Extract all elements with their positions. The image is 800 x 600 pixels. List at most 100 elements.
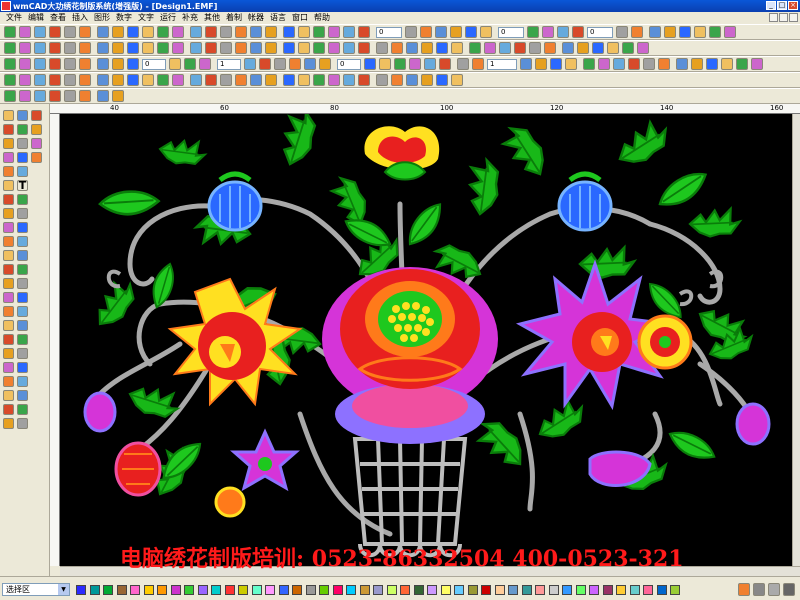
width-input[interactable]: 0 (142, 59, 166, 70)
tool-button-icon[interactable] (127, 74, 139, 86)
tool-button-icon[interactable] (250, 42, 262, 54)
close-button[interactable]: × (788, 1, 798, 10)
tool-button-icon[interactable] (283, 74, 295, 86)
color-swatch[interactable] (89, 585, 100, 595)
tool-button-icon[interactable] (127, 58, 139, 70)
tool-button-icon[interactable] (64, 42, 76, 54)
tool-button-icon[interactable] (565, 58, 577, 70)
minimize-button[interactable]: _ (766, 1, 776, 10)
tool-button-icon[interactable] (313, 74, 325, 86)
tool-button-icon[interactable] (298, 42, 310, 54)
step-input[interactable]: 0 (337, 59, 361, 70)
tool-button-icon[interactable] (751, 58, 763, 70)
tool-icon[interactable] (3, 376, 14, 387)
menu-text[interactable]: 文字 (135, 12, 157, 24)
tool-icon[interactable] (31, 138, 42, 149)
color-swatch[interactable] (265, 585, 275, 595)
tool-button-icon[interactable] (469, 42, 481, 54)
color-swatch[interactable] (157, 585, 167, 595)
tool-button-icon[interactable] (4, 58, 16, 70)
tool-button-icon[interactable] (343, 74, 355, 86)
tool-button-icon[interactable] (436, 74, 448, 86)
tool-icon[interactable] (17, 292, 28, 303)
tool-button-icon[interactable] (235, 74, 247, 86)
tool-button-icon[interactable] (313, 26, 325, 38)
tool-button-icon[interactable] (358, 74, 370, 86)
tool-button-icon[interactable] (4, 74, 16, 86)
tool-icon[interactable] (3, 418, 14, 429)
tool-icon[interactable] (17, 278, 28, 289)
tool-icon[interactable] (3, 222, 14, 233)
tool-button-icon[interactable] (607, 42, 619, 54)
color-swatch[interactable] (400, 585, 410, 595)
tool-button-icon[interactable] (265, 74, 277, 86)
tool-icon[interactable] (17, 194, 28, 205)
tool-button-icon[interactable] (391, 74, 403, 86)
tool-icon[interactable] (17, 152, 28, 163)
tool-button-icon[interactable] (542, 26, 554, 38)
menu-color[interactable]: 着制 (223, 12, 245, 24)
tool-icon[interactable] (3, 236, 14, 247)
tool-button-icon[interactable] (19, 42, 31, 54)
vertical-scrollbar[interactable] (792, 114, 800, 566)
tool-button-icon[interactable] (451, 42, 463, 54)
tool-button-icon[interactable] (64, 74, 76, 86)
tool-button-icon[interactable] (376, 74, 388, 86)
tool-icon[interactable] (17, 222, 28, 233)
menu-edit[interactable]: 编辑 (25, 12, 47, 24)
layer-select[interactable]: 选择区 ▼ (2, 583, 70, 596)
tool-button-icon[interactable] (450, 26, 462, 38)
palette-tool-icon[interactable] (738, 583, 750, 596)
tool-button-icon[interactable] (190, 74, 202, 86)
color-swatch[interactable] (319, 585, 329, 595)
tool-button-icon[interactable] (424, 58, 436, 70)
tool-button-icon[interactable] (64, 58, 76, 70)
tool-icon[interactable] (3, 250, 14, 261)
tool-icon[interactable] (3, 110, 14, 121)
tool-button-icon[interactable] (127, 42, 139, 54)
tool-icon[interactable] (3, 278, 14, 289)
tool-icon[interactable] (17, 334, 28, 345)
color-swatch[interactable] (211, 585, 221, 595)
tool-icon[interactable] (31, 110, 42, 121)
tool-button-icon[interactable] (557, 26, 569, 38)
type-select[interactable]: 1 (487, 59, 517, 70)
tool-button-icon[interactable] (480, 26, 492, 38)
color-swatch[interactable] (278, 585, 289, 595)
tool-button-icon[interactable] (34, 42, 46, 54)
tool-button-icon[interactable] (157, 42, 169, 54)
menu-file[interactable]: 文件 (3, 12, 25, 24)
tool-button-icon[interactable] (259, 58, 271, 70)
tool-button-icon[interactable] (19, 58, 31, 70)
tool-button-icon[interactable] (283, 42, 295, 54)
tool-button-icon[interactable] (79, 42, 91, 54)
tool-button-icon[interactable] (283, 26, 295, 38)
tool-icon[interactable] (3, 348, 14, 359)
tool-button-icon[interactable] (205, 74, 217, 86)
color-swatch[interactable] (346, 585, 356, 595)
design-canvas[interactable] (60, 114, 792, 566)
color-swatch[interactable] (616, 585, 626, 595)
tool-button-icon[interactable] (49, 90, 61, 102)
tool-button-icon[interactable] (472, 58, 484, 70)
tool-button-icon[interactable] (112, 26, 124, 38)
tool-button-icon[interactable] (250, 26, 262, 38)
tool-button-icon[interactable] (250, 74, 262, 86)
color-swatch[interactable] (292, 585, 302, 595)
tool-icon[interactable] (17, 264, 28, 275)
tool-button-icon[interactable] (304, 58, 316, 70)
color-swatch[interactable] (494, 585, 505, 595)
tool-button-icon[interactable] (379, 58, 391, 70)
color-swatch[interactable] (103, 585, 113, 595)
tool-icon[interactable] (17, 110, 28, 121)
color-swatch[interactable] (332, 585, 343, 595)
color-swatch[interactable] (643, 585, 653, 595)
color-swatch[interactable] (359, 585, 370, 595)
tool-button-icon[interactable] (190, 42, 202, 54)
tool-icon[interactable] (17, 236, 28, 247)
tool-button-icon[interactable] (439, 58, 451, 70)
tool-icon[interactable] (3, 166, 14, 177)
tool-button-icon[interactable] (49, 26, 61, 38)
tool-button-icon[interactable] (19, 74, 31, 86)
tool-icon[interactable] (3, 334, 14, 345)
